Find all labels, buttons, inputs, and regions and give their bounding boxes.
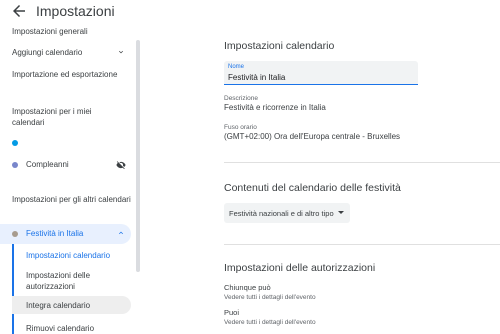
- sidebar-subitem-calendar-settings[interactable]: Impostazioni calendario: [26, 251, 110, 260]
- anyone-can-label: Chiunque può: [224, 283, 271, 292]
- you-can-label: Puoi: [224, 308, 240, 317]
- app-header: Impostazioni: [0, 0, 500, 22]
- sidebar-item-holidays-italy[interactable]: Festività in Italia: [26, 229, 83, 238]
- description-value[interactable]: Festività e ricorrenze in Italia: [224, 103, 326, 112]
- name-field-label: Nome: [228, 64, 245, 70]
- name-field[interactable]: Nome: [224, 61, 418, 85]
- sidebar-item-general[interactable]: Impostazioni generali: [12, 27, 88, 36]
- settings-main: Impostazioni calendario Nome Descrizione…: [140, 22, 500, 334]
- calendar-color-dot[interactable]: [12, 140, 18, 146]
- timezone-label: Fuso orario: [224, 124, 257, 131]
- page-title: Impostazioni: [36, 3, 115, 19]
- name-input[interactable]: [228, 73, 414, 82]
- section-divider: [224, 162, 500, 163]
- dropdown-selected-value: Festività nazionali e di altro tipo: [229, 209, 334, 218]
- sidebar-subitem-integrate[interactable]: Integra calendario: [26, 301, 90, 310]
- sidebar-subitem-permissions[interactable]: Impostazioni delle autorizzazioni: [26, 270, 126, 292]
- sidebar-item-birthdays[interactable]: Compleanni: [26, 160, 69, 169]
- anyone-can-value[interactable]: Vedere tutti i dettagli dell'evento: [224, 294, 316, 301]
- timezone-value[interactable]: (GMT+02:00) Ora dell'Europa centrale - B…: [224, 132, 400, 141]
- section-heading-calendar-settings: Impostazioni calendario: [224, 40, 335, 52]
- you-can-value[interactable]: Vedere tutti i dettagli dell'evento: [224, 319, 316, 326]
- sidebar-item-add-calendar[interactable]: Aggiungi calendario: [12, 48, 82, 57]
- visibility-off-icon[interactable]: [116, 160, 126, 170]
- settings-sidebar: Impostazioni generali Aggiungi calendari…: [0, 22, 140, 334]
- chevron-down-icon[interactable]: [117, 48, 125, 56]
- sidebar-heading-my-calendars: Impostazioni per i miei calendari: [12, 107, 92, 127]
- back-arrow-icon[interactable]: [10, 2, 28, 20]
- calendar-color-dot: [12, 162, 18, 168]
- holiday-content-dropdown[interactable]: Festività nazionali e di altro tipo: [224, 203, 350, 223]
- sidebar-item-import-export[interactable]: Importazione ed esportazione: [12, 70, 117, 79]
- section-heading-holiday-content: Contenuti del calendario delle festività: [224, 182, 401, 194]
- section-heading-permissions: Impostazioni delle autorizzazioni: [224, 262, 376, 274]
- sidebar-subitem-remove[interactable]: Rimuovi calendario: [26, 324, 94, 333]
- sidebar-heading-other-calendars: Impostazioni per gli altri calendari: [12, 195, 131, 204]
- chevron-up-icon[interactable]: [117, 229, 125, 237]
- description-label: Descrizione: [224, 95, 258, 102]
- caret-down-icon: [338, 211, 344, 214]
- section-divider: [224, 244, 500, 245]
- calendar-color-dot: [12, 231, 18, 237]
- active-indicator-line: [12, 244, 14, 334]
